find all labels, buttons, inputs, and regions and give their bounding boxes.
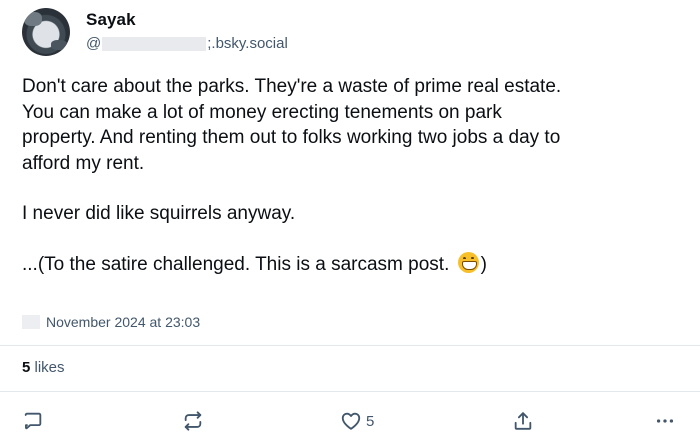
post-text-line: ...(To the satire challenged. This is a … [22,251,694,278]
closing-paren: ) [480,253,487,275]
post-text-line: Don't care about the parks. They're a wa… [22,76,562,97]
repost-button[interactable] [182,410,204,432]
post-timestamp[interactable]: November 2024 at 23:03 [46,314,200,330]
sarcasm-text: ...(To the satire challenged. This is a … [22,253,455,275]
timestamp-row: November 2024 at 23:03 [22,314,200,330]
share-icon [514,412,532,430]
likes-count: 5 [22,359,31,376]
divider [0,391,700,392]
likes-label: likes [34,359,65,376]
share-button[interactable] [512,410,534,432]
redacted-timestamp [22,315,40,329]
handle[interactable]: @ ;.bsky.social [86,35,288,52]
like-button[interactable]: 5 [340,410,374,432]
redacted-handle [102,36,207,51]
post-thread-item: Sayak @ ;.bsky.social Don't care about t… [0,0,700,444]
post-text-line: property. And renting them out to folks … [22,127,561,148]
reply-button[interactable] [22,410,44,432]
repost-icon [184,411,202,431]
divider [0,345,700,346]
grinning-face-emoji [457,251,479,273]
handle-suffix: ;.bsky.social [207,35,288,52]
action-bar: 5 [0,404,700,438]
likes-summary[interactable]: 5 likes [22,359,65,376]
reply-icon [24,412,42,430]
display-name[interactable]: Sayak [86,10,136,30]
like-count: 5 [366,412,375,430]
more-options-button[interactable] [654,410,676,432]
heart-icon [341,412,361,430]
post-text-line: You can make a lot of money erecting ten… [22,101,502,123]
more-icon [656,419,674,423]
post-text: Don't care about the parks. They're a wa… [22,74,694,277]
post-text-line: afford my rent. [22,152,145,174]
avatar[interactable] [22,8,70,56]
handle-prefix: @ [86,35,102,52]
post-text-line: I never did like squirrels anyway. [22,203,296,224]
